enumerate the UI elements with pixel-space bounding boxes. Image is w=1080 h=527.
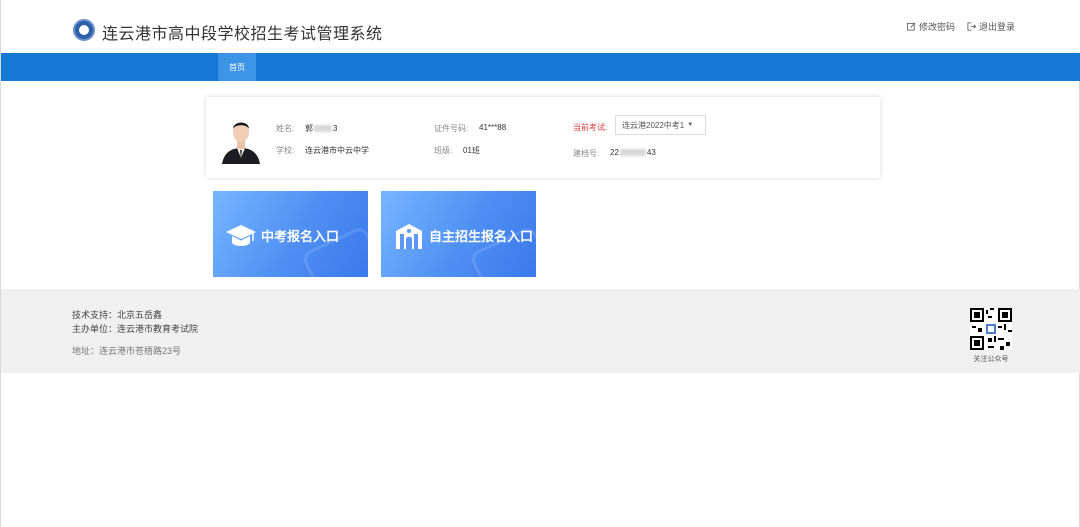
file-number-label: 建档号: [573, 149, 600, 158]
edit-icon [907, 22, 916, 31]
chevron-down-icon: ▼ [687, 122, 694, 128]
footer: 技术支持：北京五岳鑫 主办单位：连云港市教育考试院 地址：连云港市苍梧路23号 … [1, 289, 1080, 373]
site-title: 连云港市高中段学校招生考试管理系统 [102, 26, 383, 43]
id-label: 证件号码: [434, 124, 469, 133]
nav-home-tab[interactable]: 首页 [218, 53, 256, 81]
name-label: 姓名: [276, 124, 295, 133]
current-exam-label: 当前考试: [573, 123, 608, 132]
graduation-cap-icon [226, 225, 256, 246]
zhongkao-registration-tile[interactable]: 中考报名入口 [213, 191, 368, 277]
logo-icon [73, 19, 95, 41]
student-info-card: 姓名: 郭3 学校: 连云港市中云中学 证件号码: 41***88 班级: 01… [206, 97, 880, 178]
address-text: 地址：连云港市苍梧路23号 [72, 346, 182, 356]
independent-enrollment-label: 自主招生报名入口 [429, 229, 534, 244]
class-value: 01班 [463, 146, 480, 155]
name-value: 郭3 [305, 124, 338, 133]
exam-select-value: 连云港2022中考1 [622, 120, 685, 130]
file-number-value: 22 43 [610, 148, 656, 157]
id-value: 41***88 [479, 123, 507, 132]
logout-icon [967, 22, 976, 31]
logout-label: 退出登录 [978, 22, 1015, 32]
school-label: 学校: [276, 146, 295, 155]
change-password-link[interactable]: 修改密码 [907, 20, 955, 33]
page: 连云港市高中段学校招生考试管理系统 修改密码 退出登录 首页 姓名: 郭 3 学… [0, 0, 1080, 527]
logout-link[interactable]: 退出登录 [967, 20, 1015, 33]
class-label: 班级: [434, 146, 453, 155]
independent-enrollment-tile[interactable]: 自主招生报名入口 [381, 191, 536, 277]
school-value: 连云港市中云中学 [305, 146, 369, 155]
top-links: 修改密码 退出登录 [907, 20, 1015, 33]
qr-code [970, 308, 1012, 350]
exam-select[interactable]: 连云港2022中考1 ▼ [615, 115, 706, 135]
header: 连云港市高中段学校招生考试管理系统 修改密码 退出登录 [1, 0, 1080, 53]
tech-support-text: 技术支持：北京五岳鑫 [72, 310, 163, 320]
qr-label: 关注公众号 [973, 356, 1009, 363]
change-password-label: 修改密码 [918, 22, 955, 32]
student-photo [220, 112, 262, 164]
nav-bar: 首页 [1, 53, 1080, 81]
organizer-text: 主办单位：连云港市教育考试院 [72, 324, 199, 334]
zhongkao-registration-label: 中考报名入口 [261, 229, 340, 244]
school-building-icon [396, 224, 422, 249]
